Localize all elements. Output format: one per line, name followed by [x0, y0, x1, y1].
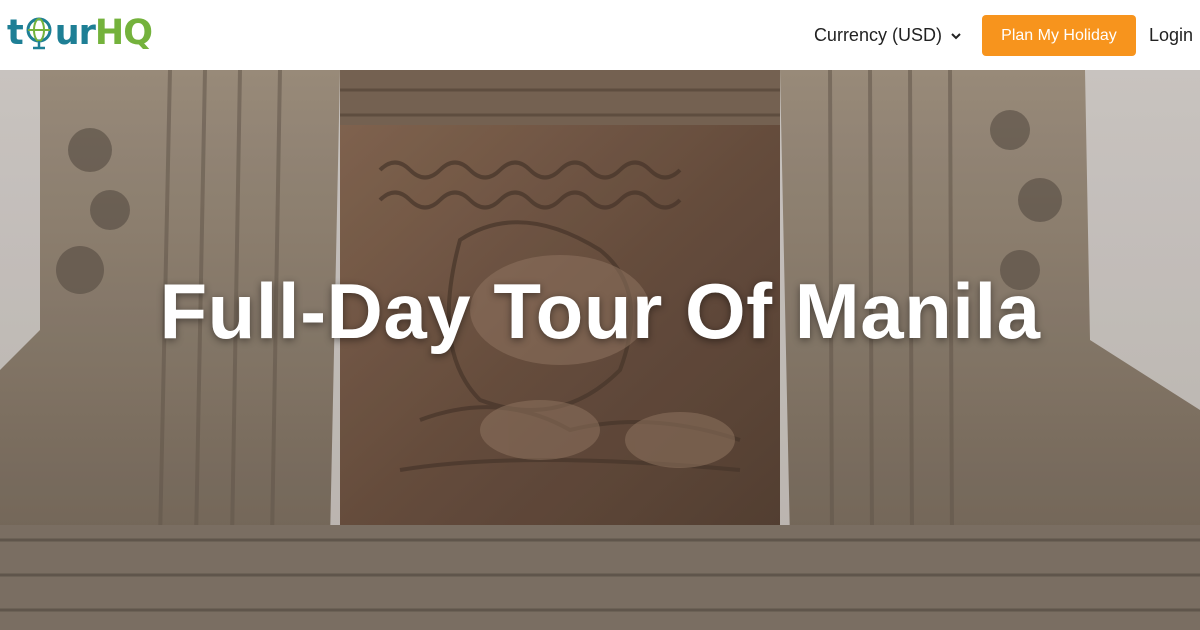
site-header: tour t ur HQ Currency (USD) Plan My Holi… [0, 0, 1200, 70]
hero-banner: Full-Day Tour Of Manila [0, 70, 1200, 630]
page-title: Full-Day Tour Of Manila [159, 267, 1041, 355]
globe-icon [26, 17, 52, 50]
login-link[interactable]: Login [1149, 25, 1193, 46]
currency-label: Currency (USD) [813, 25, 942, 45]
plan-my-holiday-button[interactable]: Plan My Holiday [981, 15, 1136, 56]
currency-selector[interactable]: Currency (USD) [814, 25, 962, 46]
chevron-down-icon [951, 32, 961, 39]
top-nav: Currency (USD) Plan My Holiday Login [814, 15, 1200, 56]
logo-wordmark: tour t ur [7, 13, 96, 53]
tourhq-logo[interactable]: tour t ur HQ [7, 10, 153, 56]
logo-text-hq: HQ [94, 13, 153, 53]
